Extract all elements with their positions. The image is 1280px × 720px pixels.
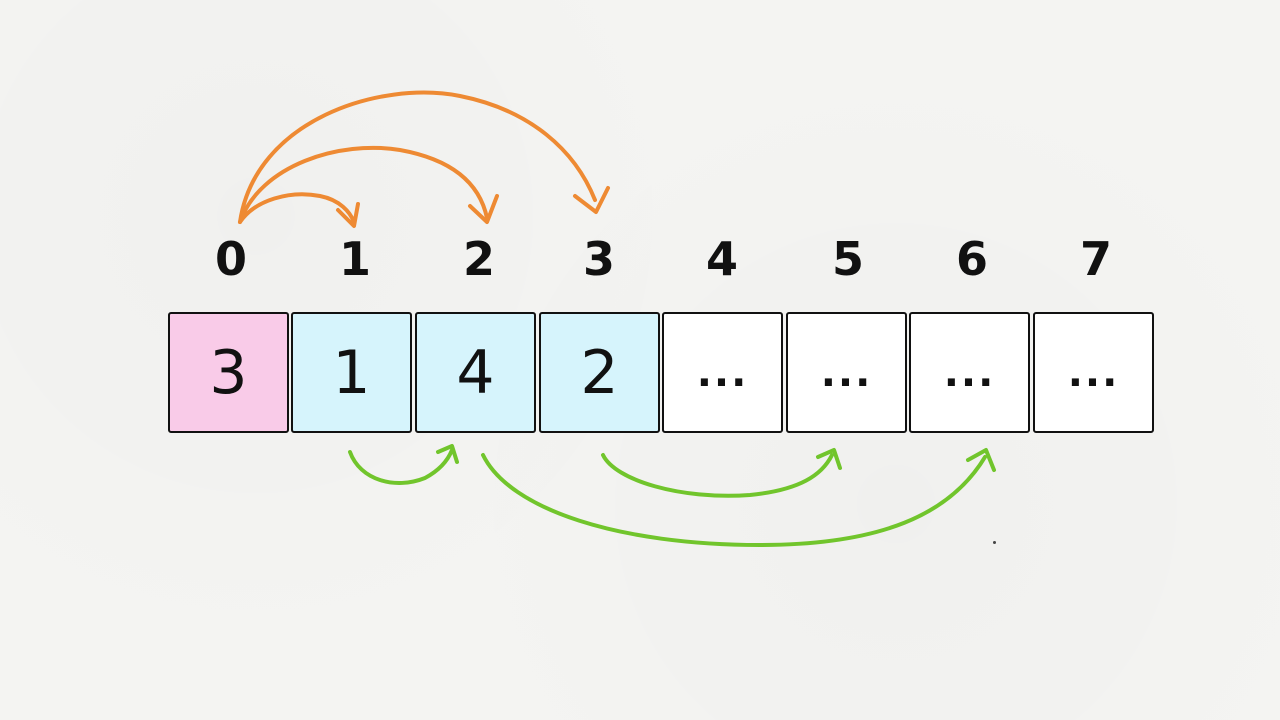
- array-cell-1: 1: [291, 312, 412, 433]
- orange-arrow-0-to-3: [238, 90, 597, 224]
- index-label-3: 3: [582, 232, 615, 286]
- index-label-4: 4: [705, 232, 738, 286]
- stray-dot: [993, 541, 996, 544]
- array-cell-3: 2: [539, 312, 660, 433]
- index-label-7: 7: [1079, 232, 1112, 286]
- array-cell-7: ...: [1033, 312, 1154, 433]
- array-cell-5: ...: [786, 312, 907, 433]
- array-cell-6: ...: [909, 312, 1030, 433]
- green-arrow-2-to-6: [481, 453, 987, 547]
- orange-arrow-0-to-2: [238, 145, 489, 224]
- array-cell-0: 3: [168, 312, 289, 433]
- diagram-canvas: 0 1 2 3 4 5 6 7 3 1 4 2 ... ... ... ...: [0, 0, 1280, 720]
- array-cell-2: 4: [415, 312, 536, 433]
- green-arrow-3-to-5: [601, 453, 834, 498]
- index-label-5: 5: [831, 232, 864, 286]
- index-label-0: 0: [214, 232, 247, 286]
- orange-arrow-0-to-1: [238, 192, 356, 224]
- index-label-2: 2: [462, 232, 495, 286]
- green-arrow-1-to-2: [348, 448, 454, 485]
- index-label-6: 6: [955, 232, 988, 286]
- array-cell-4: ...: [662, 312, 783, 433]
- index-label-1: 1: [338, 232, 371, 286]
